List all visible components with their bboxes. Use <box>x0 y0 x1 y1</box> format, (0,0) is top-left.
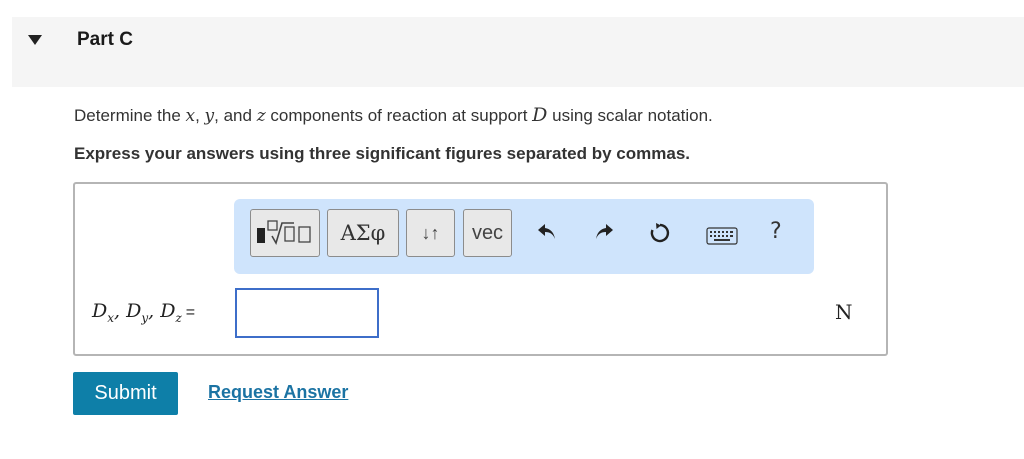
redo-icon[interactable] <box>593 221 615 243</box>
part-header[interactable] <box>12 17 1024 87</box>
templates-button[interactable] <box>250 209 320 257</box>
question-text: Determine the x, y, and z components of … <box>74 104 713 126</box>
keyboard-icon[interactable] <box>706 227 738 245</box>
greek-symbols-button[interactable]: ΑΣφ <box>327 209 399 257</box>
answer-label: Dx, Dy, Dz = <box>92 300 196 325</box>
help-button[interactable]: ? <box>770 219 782 244</box>
vector-button[interactable]: vec <box>463 209 512 257</box>
math-toolbar: ΑΣφ ↓↑ vec ? <box>234 199 814 274</box>
reset-icon[interactable] <box>648 221 672 245</box>
collapse-caret-icon[interactable] <box>28 35 42 45</box>
answer-format-instruction: Express your answers using three signifi… <box>74 144 690 163</box>
arrows-button[interactable]: ↓↑ <box>406 209 455 257</box>
undo-icon[interactable] <box>536 221 558 243</box>
answer-input[interactable] <box>235 288 379 338</box>
templates-icon <box>257 220 311 246</box>
unit-label: N <box>835 300 853 324</box>
part-title: Part C <box>77 29 133 50</box>
submit-button[interactable]: Submit <box>73 372 178 415</box>
request-answer-link[interactable]: Request Answer <box>208 382 348 403</box>
